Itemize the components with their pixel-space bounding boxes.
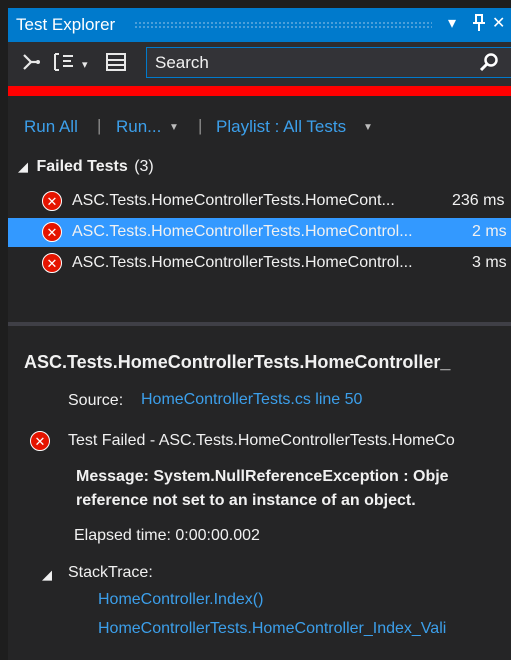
stack-frame-link[interactable]: HomeControllerTests.HomeController_Index… xyxy=(98,620,446,638)
playlist-dropdown-icon[interactable]: ▼ xyxy=(363,122,373,133)
toolbar: ▾ xyxy=(8,42,511,86)
test-result-text: Test Failed - ASC.Tests.HomeControllerTe… xyxy=(68,432,455,449)
search-input[interactable] xyxy=(147,48,475,77)
collapse-icon[interactable] xyxy=(104,51,128,78)
test-row-selected[interactable]: ✕ ASC.Tests.HomeControllerTests.HomeCont… xyxy=(8,218,511,247)
expand-triangle-icon[interactable]: ◢ xyxy=(18,159,28,174)
command-separator: | xyxy=(97,116,102,135)
search-icon[interactable] xyxy=(478,52,500,79)
group-count: (3) xyxy=(134,158,154,175)
playlist-icon[interactable] xyxy=(52,51,78,78)
stacktrace-expand-icon[interactable]: ◢ xyxy=(42,567,52,583)
command-separator: | xyxy=(198,116,203,135)
test-name: ASC.Tests.HomeControllerTests.HomeCont..… xyxy=(72,192,395,209)
title-bar: Test Explorer ▾ ✕ xyxy=(8,8,511,42)
run-dropdown-icon[interactable]: ▼ xyxy=(169,122,179,133)
group-label: Failed Tests xyxy=(36,158,128,175)
playlist-link[interactable]: Playlist : All Tests xyxy=(216,117,346,137)
test-duration: 3 ms xyxy=(472,254,507,271)
test-duration: 2 ms xyxy=(472,223,507,240)
failed-icon: ✕ xyxy=(42,222,62,242)
source-label: Source: xyxy=(68,392,124,409)
window-title: Test Explorer xyxy=(16,15,116,34)
close-icon[interactable]: ✕ xyxy=(492,14,505,34)
highlight-bar xyxy=(8,86,511,96)
error-message-line1: Message: System.NullReferenceException :… xyxy=(76,468,449,485)
elapsed-time: Elapsed time: 0:00:00.002 xyxy=(74,527,260,544)
stacktrace-label: StackTrace: xyxy=(68,564,153,581)
source-link[interactable]: HomeControllerTests.cs line 50 xyxy=(141,391,362,409)
failed-icon: ✕ xyxy=(42,191,62,211)
test-detail-title: ASC.Tests.HomeControllerTests.HomeContro… xyxy=(24,352,451,372)
error-message-line2: reference not set to an instance of an o… xyxy=(76,492,416,509)
title-bar-grip[interactable] xyxy=(134,21,432,30)
search-box xyxy=(146,47,511,78)
test-duration: 236 ms xyxy=(452,192,505,209)
pin-icon[interactable] xyxy=(472,14,486,38)
group-by-icon[interactable] xyxy=(20,51,42,78)
stack-frame-link[interactable]: HomeController.Index() xyxy=(98,591,263,609)
run-link[interactable]: Run... xyxy=(116,117,161,137)
window-dropdown-icon[interactable]: ▾ xyxy=(448,14,456,34)
playlist-dropdown-icon[interactable]: ▾ xyxy=(82,54,88,76)
run-all-link[interactable]: Run All xyxy=(24,117,78,137)
test-name: ASC.Tests.HomeControllerTests.HomeContro… xyxy=(72,223,413,240)
failed-icon: ✕ xyxy=(42,253,62,273)
test-row[interactable]: ✕ ASC.Tests.HomeControllerTests.HomeCont… xyxy=(8,187,511,216)
failed-tests-group-header[interactable]: ◢ Failed Tests (3) xyxy=(18,158,154,176)
test-row[interactable]: ✕ ASC.Tests.HomeControllerTests.HomeCont… xyxy=(8,249,511,278)
test-name: ASC.Tests.HomeControllerTests.HomeContro… xyxy=(72,254,413,271)
test-details-panel: ASC.Tests.HomeControllerTests.HomeContro… xyxy=(8,326,511,660)
failed-icon: ✕ xyxy=(30,431,50,451)
